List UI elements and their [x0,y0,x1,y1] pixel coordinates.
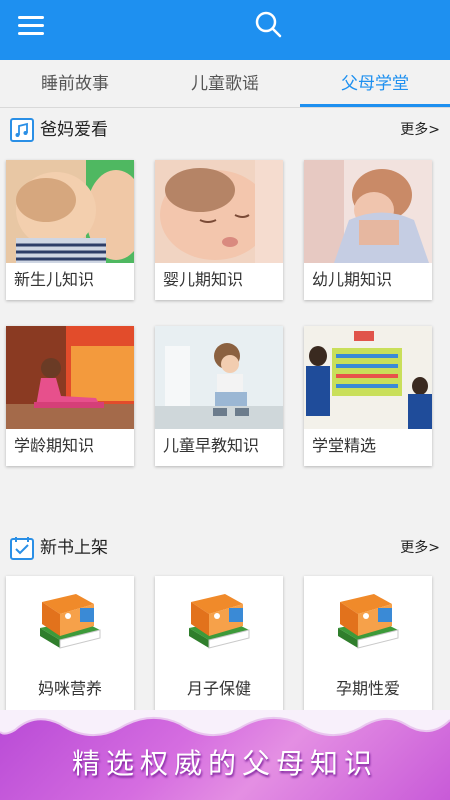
more-link[interactable]: 更多> [400,538,440,558]
book-card[interactable]: 月子保健 [155,576,283,716]
section-title: 爸妈爱看 [40,120,108,140]
category-tabs: 睡前故事 儿童歌谣 父母学堂 [0,60,450,108]
more-link[interactable]: 更多> [400,120,440,140]
sleeping-newborn-photo [155,160,283,263]
search-icon[interactable] [252,8,284,40]
crying-child-photo [304,160,432,263]
book-stack-icon [334,590,404,654]
shoe-tying-girl-photo [155,326,283,429]
card-label: 幼儿期知识 [312,270,393,289]
tab-parent-school[interactable]: 父母学堂 [300,60,450,108]
card-label: 学龄期知识 [14,436,95,455]
knowledge-card[interactable]: 学堂精选 [304,326,432,466]
book-card[interactable]: 孕期性爱 [304,576,432,716]
card-label: 婴儿期知识 [163,270,244,289]
book-stack-icon [185,590,255,654]
music-note-icon [10,118,34,142]
tab-bedtime-stories[interactable]: 睡前故事 [0,60,150,108]
knowledge-card[interactable]: 学龄期知识 [6,326,134,466]
book-label: 月子保健 [186,679,251,698]
knowledge-card[interactable]: 新生儿知识 [6,160,134,300]
section-header-parents: 爸妈爱看 更多> [0,110,450,150]
classroom-teachers-photo [304,326,432,429]
card-label: 学堂精选 [312,436,377,455]
banner-wave-decoration [0,710,450,737]
book-label: 孕期性爱 [335,679,400,698]
knowledge-card[interactable]: 幼儿期知识 [304,160,432,300]
nursing-baby-photo [6,160,134,263]
section-header-books: 新书上架 更多> [0,528,450,568]
promo-banner: 精选权威的父母知识 [0,710,450,800]
book-stack-icon [36,590,106,654]
knowledge-card[interactable]: 婴儿期知识 [155,160,283,300]
calendar-check-icon [10,536,34,560]
hamburger-menu-icon[interactable] [18,14,46,38]
app-bar [0,0,450,60]
card-label: 新生儿知识 [14,270,95,289]
section-title: 新书上架 [40,538,108,558]
active-tab-indicator [300,104,450,107]
book-label: 妈咪营养 [37,679,102,698]
book-card[interactable]: 妈咪营养 [6,576,134,716]
knowledge-card[interactable]: 儿童早教知识 [155,326,283,466]
stretching-girl-photo [6,326,134,429]
tab-children-songs[interactable]: 儿童歌谣 [150,60,300,108]
card-label: 儿童早教知识 [163,436,260,455]
banner-slogan: 精选权威的父母知识 [71,747,378,780]
